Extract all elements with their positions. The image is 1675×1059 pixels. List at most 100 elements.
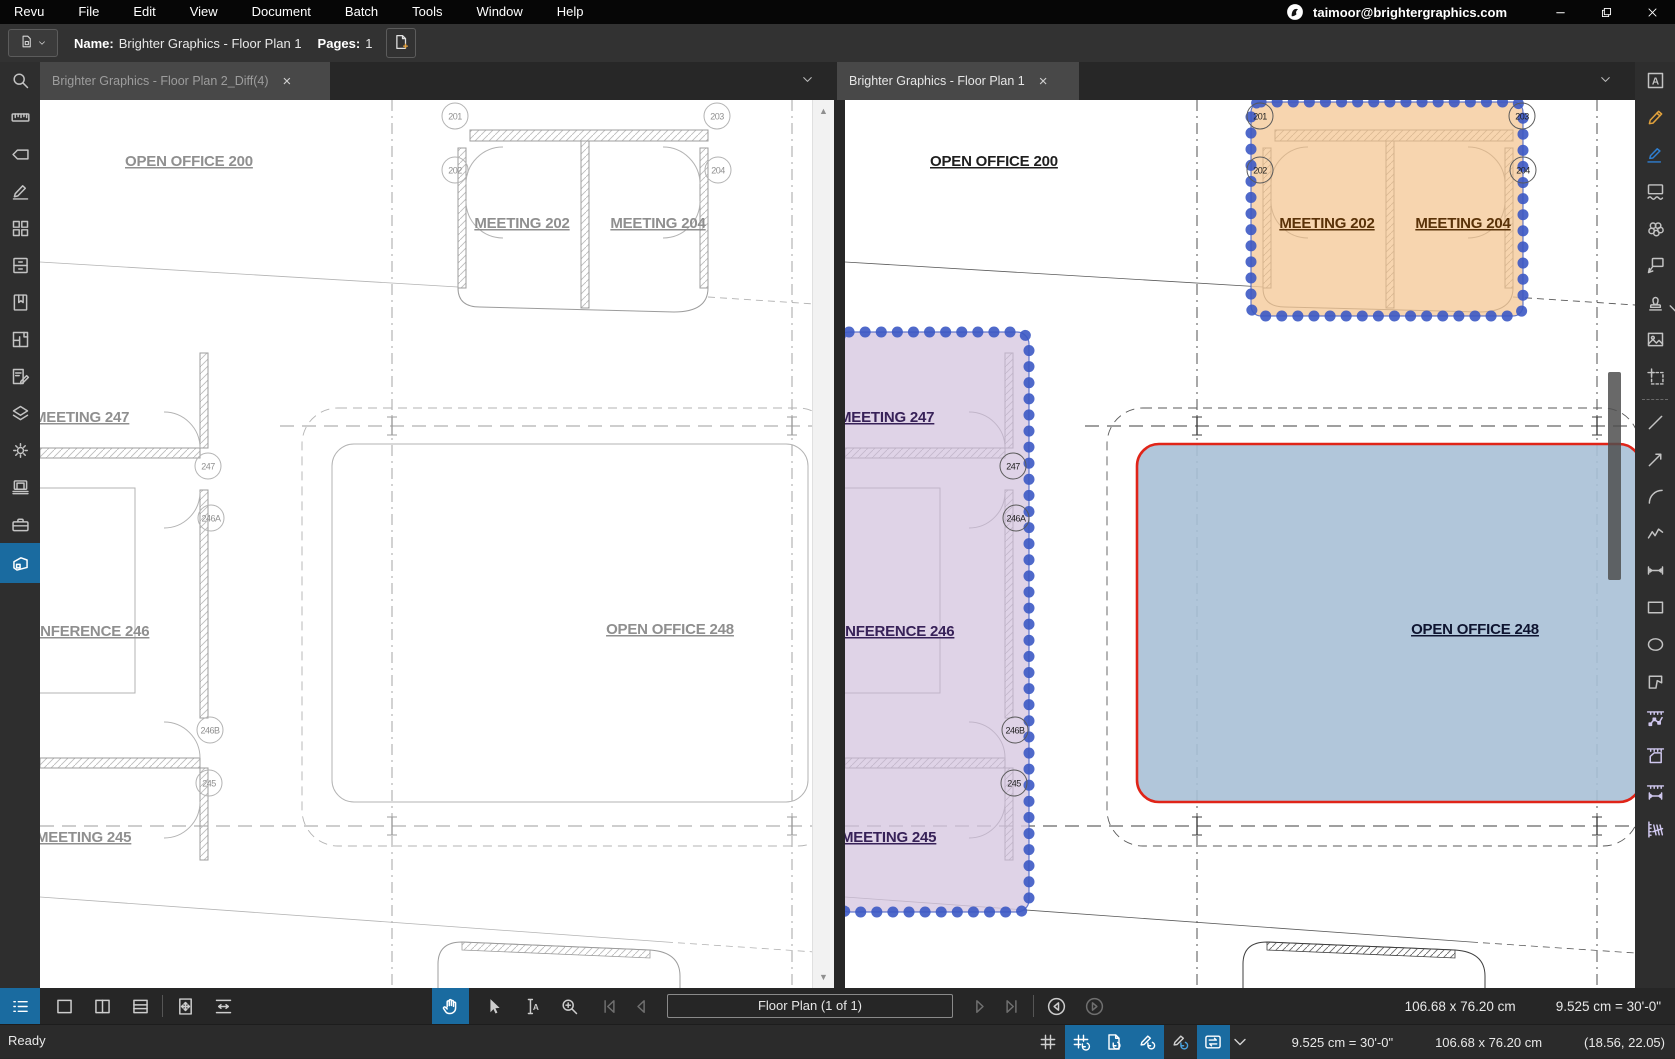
fit-page-icon[interactable]: [169, 990, 201, 1022]
textbox-icon[interactable]: A: [1635, 62, 1675, 99]
right-plan-canvas[interactable]: 201202203204247246A246B245OPEN OFFICE 20…: [845, 100, 1635, 988]
restore-icon[interactable]: [1583, 0, 1629, 24]
pan-hand-tool[interactable]: [432, 988, 469, 1024]
ellipse-icon[interactable]: [1635, 626, 1675, 663]
document-selector[interactable]: [8, 29, 58, 57]
rectangle-icon[interactable]: [1635, 589, 1675, 626]
svg-text:MEETING 204: MEETING 204: [1415, 215, 1511, 232]
previous-view-button[interactable]: [1040, 990, 1072, 1022]
menu-help[interactable]: Help: [540, 0, 601, 24]
minimize-icon[interactable]: [1537, 0, 1583, 24]
dimension-icon[interactable]: [1635, 552, 1675, 589]
zoom-tool[interactable]: [553, 990, 585, 1022]
status-text: Ready: [8, 1033, 46, 1048]
select-tool[interactable]: [477, 990, 509, 1022]
left-plan-canvas[interactable]: 201202203204247246A246B245OPEN OFFICE 20…: [40, 100, 834, 988]
polygon-icon[interactable]: [1635, 663, 1675, 700]
account-area[interactable]: taimoor@brightergraphics.com: [1286, 3, 1507, 21]
snap-to-grid-toggle[interactable]: [1065, 1025, 1098, 1059]
arrow-icon[interactable]: [1635, 441, 1675, 478]
pages-value: 1: [365, 36, 372, 51]
svg-text:247: 247: [201, 462, 215, 472]
scroll-up-icon[interactable]: ▲: [819, 100, 828, 122]
previous-page-button[interactable]: [625, 990, 657, 1022]
grid-toggle[interactable]: [1032, 1025, 1065, 1059]
callout-icon[interactable]: [1635, 247, 1675, 284]
close-icon[interactable]: [1629, 0, 1675, 24]
ruler-icon[interactable]: [0, 99, 40, 136]
svg-text:MEETING 202: MEETING 202: [474, 215, 569, 232]
next-page-button[interactable]: [963, 990, 995, 1022]
plan-icon[interactable]: [0, 321, 40, 358]
measure-count-icon[interactable]: [1635, 811, 1675, 848]
menu-edit[interactable]: Edit: [116, 0, 172, 24]
measure-polyline-icon[interactable]: [1635, 700, 1675, 737]
first-page-button[interactable]: [593, 990, 625, 1022]
markup-list-toggle[interactable]: [0, 988, 40, 1024]
measure-area-icon[interactable]: [1635, 737, 1675, 774]
fit-width-icon[interactable]: [207, 990, 239, 1022]
single-pane-icon[interactable]: [48, 990, 80, 1022]
left-panel-scrollbar[interactable]: ▲ ▼: [812, 100, 834, 988]
next-view-button[interactable]: [1078, 990, 1110, 1022]
menu-file[interactable]: File: [61, 0, 116, 24]
pen-icon[interactable]: [1635, 99, 1675, 136]
sync-views-toggle[interactable]: [1197, 1025, 1230, 1059]
arc-icon[interactable]: [1635, 478, 1675, 515]
menu-document[interactable]: Document: [235, 0, 328, 24]
image-icon[interactable]: [1635, 321, 1675, 358]
polyline-icon[interactable]: [1635, 515, 1675, 552]
new-document-button[interactable]: [386, 28, 416, 58]
split-horizontal-icon[interactable]: [124, 990, 156, 1022]
svg-text:204: 204: [1516, 166, 1530, 176]
menu-view[interactable]: View: [173, 0, 235, 24]
svg-text:MEETING 202: MEETING 202: [1279, 215, 1374, 232]
tab-floor-plan-2-diff[interactable]: Brighter Graphics - Floor Plan 2_Diff(4)…: [40, 62, 330, 100]
tab-label: Brighter Graphics - Floor Plan 2_Diff(4): [52, 74, 269, 88]
snap-to-markup-toggle[interactable]: [1131, 1025, 1164, 1059]
drawer-icon[interactable]: [0, 247, 40, 284]
cloud-icon[interactable]: [1635, 210, 1675, 247]
bookmark-icon[interactable]: [0, 284, 40, 321]
signature-icon[interactable]: [0, 173, 40, 210]
split-vertical-icon[interactable]: [86, 990, 118, 1022]
page-field[interactable]: Floor Plan (1 of 1): [667, 994, 953, 1018]
search-icon[interactable]: [0, 62, 40, 99]
measure-length-icon[interactable]: [1635, 774, 1675, 811]
select-text-tool[interactable]: A: [515, 990, 547, 1022]
summary-icon[interactable]: [0, 358, 40, 395]
spaces3d-icon[interactable]: [0, 543, 40, 583]
menu-batch[interactable]: Batch: [328, 0, 395, 24]
line-icon[interactable]: [1635, 404, 1675, 441]
squiggly-icon[interactable]: [1635, 173, 1675, 210]
svg-text:246B: 246B: [1005, 726, 1025, 736]
account-email: taimoor@brightergraphics.com: [1313, 5, 1507, 20]
thumbnails-icon[interactable]: [0, 210, 40, 247]
name-label: Name:: [74, 36, 114, 51]
tab-list-chevron-icon[interactable]: [800, 72, 818, 90]
menu-tools[interactable]: Tools: [395, 0, 459, 24]
penline-icon[interactable]: [1635, 136, 1675, 173]
gear-icon[interactable]: [0, 432, 40, 469]
menu-window[interactable]: Window: [460, 0, 540, 24]
tab-close-icon[interactable]: ×: [1039, 74, 1048, 89]
snap-hint-toggle[interactable]: [1164, 1025, 1197, 1059]
snapshot-icon[interactable]: [1635, 358, 1675, 395]
tag-icon[interactable]: [0, 136, 40, 173]
snap-to-content-toggle[interactable]: [1098, 1025, 1131, 1059]
tab-floor-plan-1[interactable]: Brighter Graphics - Floor Plan 1 ×: [837, 62, 1079, 100]
sync-chevron-icon[interactable]: [1230, 1025, 1250, 1059]
stamp-icon[interactable]: [1635, 284, 1675, 321]
library-icon[interactable]: [0, 469, 40, 506]
scroll-down-icon[interactable]: ▼: [819, 966, 828, 988]
tab-close-icon[interactable]: ×: [283, 74, 292, 89]
toolbox-icon[interactable]: [0, 506, 40, 543]
pages-label: Pages:: [318, 36, 361, 51]
menu-revu[interactable]: Revu: [0, 0, 61, 24]
last-page-button[interactable]: [995, 990, 1027, 1022]
layers-icon[interactable]: [0, 395, 40, 432]
svg-text:202: 202: [448, 166, 462, 176]
svg-text:OPEN OFFICE 200: OPEN OFFICE 200: [125, 153, 253, 170]
right-panel-scroll-thumb[interactable]: [1608, 372, 1621, 580]
tab-list-chevron-icon[interactable]: [1598, 72, 1616, 90]
